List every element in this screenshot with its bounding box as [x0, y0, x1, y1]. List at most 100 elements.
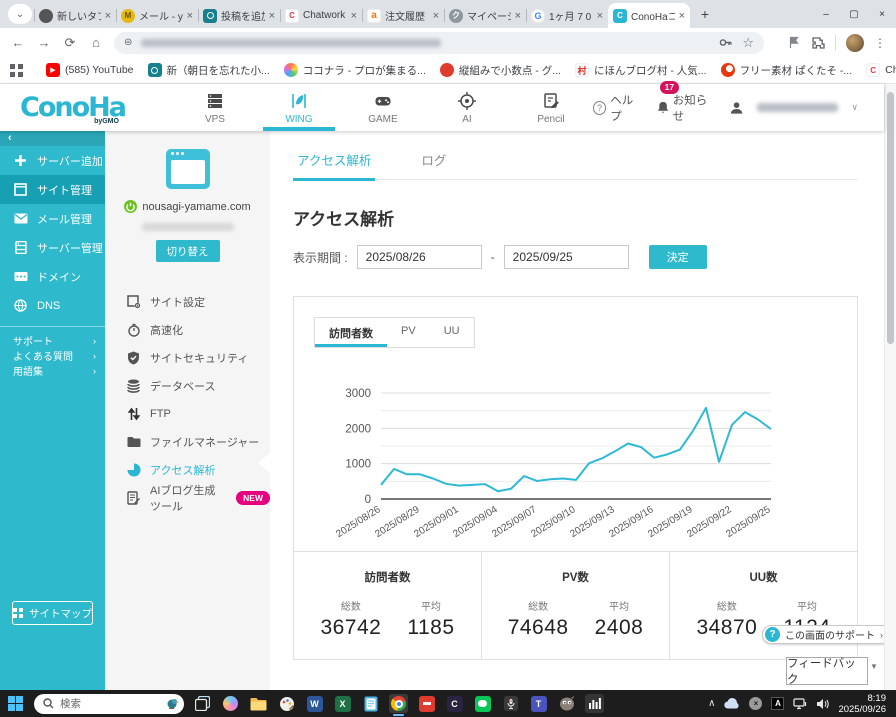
browser-tab[interactable]: 新しいタブ ×: [34, 3, 116, 28]
feedback-button[interactable]: フィードバック: [786, 657, 868, 686]
black-a-app-icon[interactable]: A: [771, 697, 785, 710]
sidebar-item-dns[interactable]: DNS: [0, 291, 105, 320]
sidebar-link-faq[interactable]: よくある質問 ›: [0, 348, 105, 364]
notifications-link[interactable]: 17 お知らせ: [656, 80, 716, 124]
menu-security[interactable]: サイトセキュリティ: [105, 344, 270, 372]
browser-tab[interactable]: C Chatwork ×: [280, 3, 362, 28]
menu-ftp[interactable]: FTP: [105, 400, 270, 428]
bookmark-item[interactable]: 縦組みで小数点 - グ...: [433, 63, 568, 78]
browser-tab-active[interactable]: C ConoHaコ ×: [608, 3, 690, 28]
tray-chevron-icon[interactable]: ∧: [708, 698, 715, 709]
sidebar-item-domain[interactable]: ドメイン: [0, 262, 105, 291]
bookmark-star-icon[interactable]: ☆: [742, 35, 754, 51]
close-icon[interactable]: ×: [351, 10, 357, 22]
menu-ai-blog-tool[interactable]: AIブログ生成ツール NEW: [105, 484, 270, 513]
onedrive-cloud-icon[interactable]: [724, 698, 740, 709]
flag-icon[interactable]: [788, 36, 801, 49]
notepad-icon[interactable]: [361, 694, 380, 713]
status-circle-icon[interactable]: ×: [749, 697, 763, 710]
close-icon[interactable]: ×: [187, 10, 193, 22]
chrome-menu-icon[interactable]: ⋮: [874, 36, 886, 50]
start-button[interactable]: [6, 694, 25, 713]
close-icon[interactable]: ×: [433, 10, 439, 22]
recorder-app-icon[interactable]: [501, 694, 520, 713]
new-tab-button[interactable]: +: [694, 3, 716, 25]
bookmark-item[interactable]: ココナラ - プロが集まる...: [277, 63, 433, 78]
browser-tab[interactable]: ク マイページ[ ×: [444, 3, 526, 28]
browser-tab[interactable]: 投稿を追加 ×: [198, 3, 280, 28]
menu-site-settings[interactable]: サイト設定: [105, 288, 270, 316]
sidebar-item-add-server[interactable]: サーバー追加: [0, 146, 105, 175]
apply-button[interactable]: 決定: [648, 245, 707, 269]
help-link[interactable]: ? ヘルプ: [592, 92, 643, 124]
nav-pencil[interactable]: Pencil: [509, 84, 593, 131]
extensions-icon[interactable]: [811, 36, 825, 50]
bookmark-item[interactable]: CChatwork -: [859, 63, 896, 77]
menu-file-manager[interactable]: ファイルマネージャー: [105, 428, 270, 456]
audio-bars-app-icon[interactable]: [585, 694, 604, 713]
page-scrollbar[interactable]: [884, 84, 896, 690]
user-icon[interactable]: [729, 100, 744, 116]
address-bar[interactable]: ⊜ ☆: [114, 31, 764, 54]
speaker-icon[interactable]: [816, 698, 830, 710]
nav-game[interactable]: GAME: [341, 84, 425, 131]
close-icon[interactable]: ×: [597, 10, 603, 22]
network-icon[interactable]: [793, 697, 807, 710]
sidebar-item-server-management[interactable]: サーバー管理: [0, 233, 105, 262]
chrome-taskbar-icon[interactable]: [389, 694, 408, 716]
close-icon[interactable]: ×: [515, 10, 521, 22]
word-icon[interactable]: W: [305, 694, 324, 713]
date-from-input[interactable]: 2025/08/26: [356, 245, 482, 269]
nav-vps[interactable]: VPS: [173, 84, 257, 131]
sidebar-item-site-management[interactable]: サイト管理: [0, 175, 105, 204]
conoha-logo[interactable]: ConoHa byGMO: [20, 92, 127, 125]
bookmark-item[interactable]: 村にほんブログ村 - 人気...: [568, 63, 714, 78]
password-key-icon[interactable]: [719, 36, 733, 49]
excel-icon[interactable]: X: [333, 694, 352, 713]
sidebar-link-support[interactable]: サポート ›: [0, 333, 105, 349]
red-app-icon[interactable]: [417, 694, 436, 713]
maximize-button[interactable]: ▢: [840, 0, 868, 28]
menu-speed[interactable]: 高速化: [105, 316, 270, 344]
scrollbar-thumb[interactable]: [887, 92, 894, 344]
clip-studio-icon[interactable]: C: [445, 694, 464, 713]
menu-access-analytics[interactable]: アクセス解析: [105, 456, 270, 484]
sidebar-item-mail-management[interactable]: メール管理: [0, 204, 105, 233]
switch-site-button[interactable]: 切り替え: [155, 240, 220, 262]
taskbar-search[interactable]: 検索: [34, 693, 184, 714]
home-button[interactable]: ⌂: [84, 31, 108, 55]
file-explorer-icon[interactable]: [249, 694, 268, 713]
menu-database[interactable]: データベース: [105, 372, 270, 400]
sidebar-link-glossary[interactable]: 用語集 ›: [0, 363, 105, 379]
close-icon[interactable]: ×: [105, 10, 111, 22]
browser-tab[interactable]: a 注文履歴 ×: [362, 3, 444, 28]
chevron-down-icon[interactable]: ∨: [851, 102, 858, 113]
task-view-button[interactable]: [193, 694, 212, 713]
teams-icon[interactable]: T: [529, 694, 548, 713]
apps-grid-icon[interactable]: [10, 63, 23, 77]
copilot-icon[interactable]: [221, 694, 240, 713]
site-info-icon[interactable]: ⊜: [124, 37, 133, 48]
bookmark-item[interactable]: ▶ (585) YouTube: [39, 63, 141, 77]
browser-tab[interactable]: G 1ヶ月 7 0 ×: [526, 3, 608, 28]
close-window-button[interactable]: ×: [868, 0, 896, 28]
sidebar-collapse-icon[interactable]: ‹: [0, 131, 105, 146]
browser-tab[interactable]: M メール - yon ×: [116, 3, 198, 28]
minimize-button[interactable]: –: [812, 0, 840, 28]
line-app-icon[interactable]: [473, 694, 492, 713]
profile-avatar[interactable]: [846, 33, 864, 52]
nav-ai[interactable]: AI: [425, 84, 509, 131]
back-button[interactable]: ←: [6, 31, 30, 55]
close-icon[interactable]: ×: [679, 10, 685, 22]
scroll-down-icon[interactable]: ▼: [870, 662, 878, 671]
forward-button[interactable]: →: [32, 31, 56, 55]
tab-log[interactable]: ログ: [417, 150, 450, 179]
screen-support-button[interactable]: ? この画面のサポート ›: [762, 625, 892, 644]
bookmark-item[interactable]: フリー素材 ぱくたそ -...: [714, 63, 860, 78]
tab-search-icon[interactable]: ⌄: [8, 4, 32, 24]
gimp-icon[interactable]: [557, 694, 576, 713]
reload-button[interactable]: ⟳: [58, 31, 82, 55]
date-to-input[interactable]: 2025/09/25: [503, 245, 629, 269]
tab-access-analytics[interactable]: アクセス解析: [293, 150, 376, 181]
bookmark-item[interactable]: 新（朝日を忘れた小...: [141, 63, 277, 78]
